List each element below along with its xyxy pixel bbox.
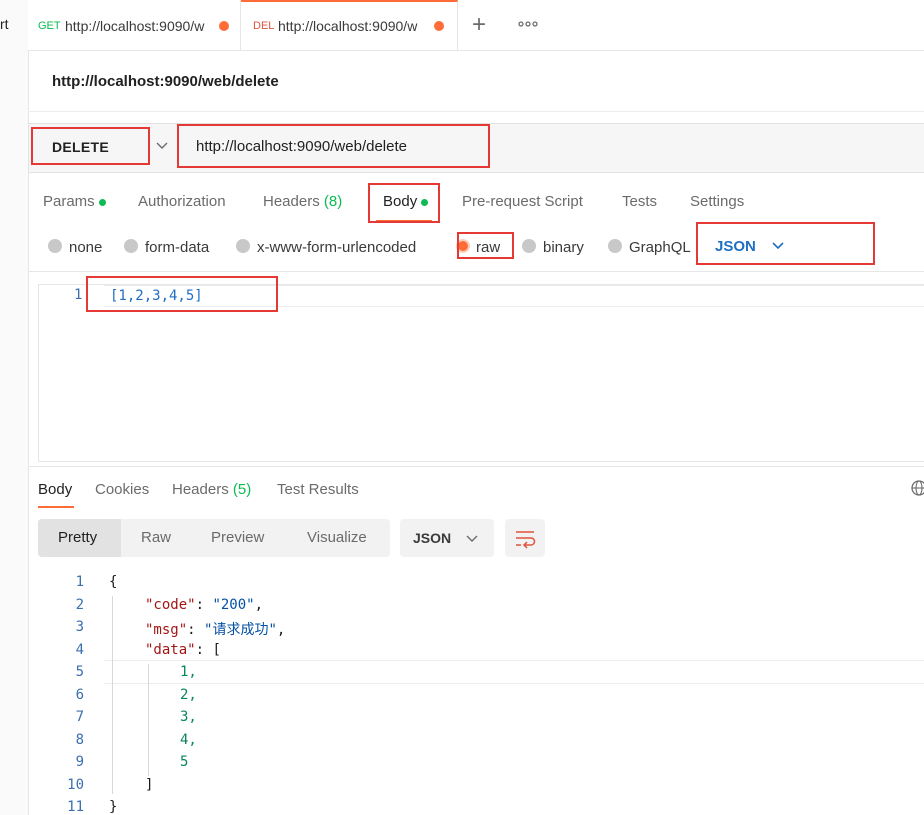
wrap-lines-icon bbox=[516, 531, 536, 549]
radio-urlencoded[interactable] bbox=[236, 239, 250, 253]
chevron-down-icon[interactable] bbox=[466, 531, 478, 546]
divider bbox=[28, 111, 924, 112]
tab-get-request[interactable]: GET http://localhost:9090/w bbox=[30, 0, 241, 50]
response-tab-cookies[interactable]: Cookies bbox=[95, 481, 149, 498]
line-number: 1 bbox=[75, 574, 84, 590]
globe-icon[interactable] bbox=[908, 478, 924, 498]
line-number: 2 bbox=[75, 597, 84, 613]
response-tab-test-results[interactable]: Test Results bbox=[277, 481, 359, 498]
highlight-box bbox=[696, 222, 875, 265]
indent-guide bbox=[112, 596, 113, 794]
divider bbox=[28, 271, 924, 272]
radio-graphql-label[interactable]: GraphQL bbox=[629, 239, 691, 256]
code-line: 4, bbox=[180, 732, 197, 748]
radio-form-data-label[interactable]: form-data bbox=[145, 239, 209, 256]
response-headers-count: (5) bbox=[232, 481, 252, 498]
view-mode-preview[interactable]: Preview bbox=[211, 529, 264, 546]
json-string: "200" bbox=[212, 597, 255, 613]
tab-method: GET bbox=[38, 20, 61, 32]
line-number: 10 bbox=[67, 777, 84, 793]
headers-count: (8) bbox=[323, 193, 343, 210]
code-line: ] bbox=[145, 777, 154, 793]
tab-settings[interactable]: Settings bbox=[690, 193, 744, 210]
tab-tests[interactable]: Tests bbox=[622, 193, 657, 210]
code-line: { bbox=[109, 574, 118, 590]
line-number: 3 bbox=[75, 619, 84, 635]
response-tab-body[interactable]: Body bbox=[38, 481, 72, 498]
radio-none[interactable] bbox=[48, 239, 62, 253]
unsaved-dot-icon bbox=[219, 21, 229, 31]
tab-method: DEL bbox=[253, 20, 275, 32]
code-line: "data": [ bbox=[145, 642, 221, 658]
tab-params[interactable]: Params bbox=[43, 193, 106, 210]
unsaved-dot-icon bbox=[434, 21, 444, 31]
tab-url: http://localhost:9090/w bbox=[65, 18, 205, 34]
highlight-box bbox=[177, 124, 490, 168]
line-number: 7 bbox=[75, 709, 84, 725]
chevron-down-icon[interactable] bbox=[156, 138, 168, 153]
line-number: 8 bbox=[75, 732, 84, 748]
json-key: "code" bbox=[145, 597, 196, 613]
active-tab-underline bbox=[38, 506, 74, 508]
highlight-box bbox=[86, 276, 278, 312]
code-line: 2, bbox=[180, 687, 197, 703]
response-format-value: JSON bbox=[413, 530, 452, 546]
code-line: "code": "200", bbox=[145, 597, 264, 613]
indent-guide bbox=[148, 664, 149, 776]
json-key: "msg" bbox=[145, 622, 188, 638]
tab-params-label: Params bbox=[43, 193, 95, 210]
new-tab-plus-icon[interactable]: + bbox=[472, 11, 486, 39]
radio-graphql[interactable] bbox=[608, 239, 622, 253]
active-dot-icon bbox=[98, 198, 106, 206]
wrap-lines-button[interactable] bbox=[505, 519, 545, 557]
json-string: "请求成功" bbox=[204, 622, 277, 638]
current-line-highlight bbox=[104, 660, 924, 684]
json-bracket: [ bbox=[212, 642, 221, 658]
code-line: 5 bbox=[180, 754, 189, 770]
divider bbox=[28, 466, 924, 467]
highlight-box bbox=[31, 127, 150, 165]
ellipsis-icon bbox=[518, 21, 538, 27]
radio-binary[interactable] bbox=[522, 239, 536, 253]
tab-headers-label: Headers bbox=[263, 193, 320, 210]
code-line: } bbox=[109, 799, 118, 815]
highlight-box bbox=[368, 183, 440, 223]
request-title[interactable]: http://localhost:9090/web/delete bbox=[52, 73, 279, 90]
radio-binary-label[interactable]: binary bbox=[543, 239, 584, 256]
tab-delete-request[interactable]: DEL http://localhost:9090/w bbox=[241, 0, 458, 50]
code-line: "msg": "请求成功", bbox=[145, 622, 286, 638]
line-number: 1 bbox=[74, 287, 83, 303]
highlight-box bbox=[457, 232, 514, 259]
tab-pre-request-script[interactable]: Pre-request Script bbox=[462, 193, 583, 210]
line-number: 5 bbox=[75, 664, 84, 680]
response-tab-headers-label: Headers bbox=[172, 481, 229, 498]
line-number: 9 bbox=[75, 754, 84, 770]
sidebar-strip-label: rt bbox=[0, 16, 9, 32]
code-line: 3, bbox=[180, 709, 197, 725]
code-line: 1, bbox=[180, 664, 197, 680]
view-mode-visualize[interactable]: Visualize bbox=[307, 529, 367, 546]
line-number: 11 bbox=[67, 799, 84, 815]
tab-authorization[interactable]: Authorization bbox=[138, 193, 226, 210]
response-tab-headers[interactable]: Headers (5) bbox=[172, 481, 251, 498]
view-mode-raw[interactable]: Raw bbox=[141, 529, 171, 546]
more-tabs-icon[interactable] bbox=[518, 17, 538, 32]
sidebar-strip bbox=[0, 0, 29, 815]
tab-url: http://localhost:9090/w bbox=[278, 18, 418, 34]
json-key: "data" bbox=[145, 642, 196, 658]
radio-none-label[interactable]: none bbox=[69, 239, 102, 256]
line-number: 4 bbox=[75, 642, 84, 658]
radio-form-data[interactable] bbox=[124, 239, 138, 253]
radio-urlencoded-label[interactable]: x-www-form-urlencoded bbox=[257, 239, 416, 256]
view-mode-pretty-label[interactable]: Pretty bbox=[58, 529, 97, 546]
tab-headers[interactable]: Headers (8) bbox=[263, 193, 342, 210]
line-number: 6 bbox=[75, 687, 84, 703]
